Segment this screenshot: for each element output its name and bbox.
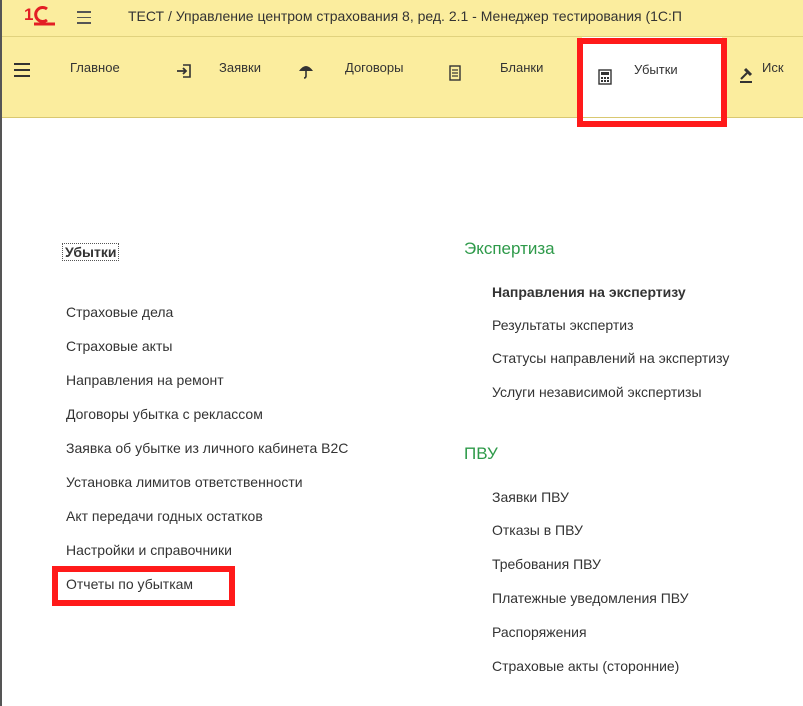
link-independent-expertise-services[interactable]: Услуги независимой экспертизы: [492, 384, 702, 400]
section-contracts[interactable]: Договоры: [290, 37, 450, 117]
section-requests[interactable]: Заявки: [167, 37, 287, 117]
link-expertise-referral-statuses[interactable]: Статусы направлений на экспертизу: [492, 350, 729, 366]
menu-icon[interactable]: [77, 11, 91, 24]
section-forms-label: Бланки: [500, 60, 544, 75]
link-salvage-transfer-act[interactable]: Акт передачи годных остатков: [66, 508, 263, 524]
umbrella-icon: [299, 66, 313, 79]
link-settings-catalogs[interactable]: Настройки и справочники: [66, 542, 232, 558]
main-menu-icon[interactable]: [14, 63, 30, 77]
link-loss-contracts-reclass[interactable]: Договоры убытка с реклассом: [66, 406, 263, 422]
link-third-party-insurance-acts[interactable]: Страховые акты (сторонние): [492, 658, 679, 674]
section-lawsuits[interactable]: Иск: [735, 37, 803, 117]
expertise-heading: Экспертиза: [464, 239, 555, 258]
section-contracts-label: Договоры: [345, 60, 404, 75]
link-expertise-referrals[interactable]: Направления на экспертизу: [492, 284, 686, 300]
link-repair-referrals[interactable]: Направления на ремонт: [66, 372, 224, 388]
link-b2c-loss-request[interactable]: Заявка об убытке из личного кабинета B2C: [66, 440, 348, 456]
link-insurance-cases[interactable]: Страховые дела: [66, 304, 173, 320]
section-losses[interactable]: Убытки: [582, 37, 722, 117]
link-pvu-refusals[interactable]: Отказы в ПВУ: [492, 522, 583, 538]
gavel-icon: [740, 67, 753, 83]
1c-logo-icon[interactable]: 1: [24, 3, 56, 27]
title-bar: 1 ТЕСТ / Управление центром страхования …: [2, 0, 803, 37]
login-arrow-icon: [177, 64, 191, 78]
link-liability-limits[interactable]: Установка лимитов ответственности: [66, 474, 303, 490]
window-title: ТЕСТ / Управление центром страхования 8,…: [128, 8, 682, 24]
section-forms[interactable]: Бланки: [442, 37, 562, 117]
link-pvu-requests[interactable]: Заявки ПВУ: [492, 489, 569, 505]
section-main-label: Главное: [70, 60, 120, 75]
section-requests-label: Заявки: [219, 60, 261, 75]
app-window: 1 ТЕСТ / Управление центром страхования …: [0, 0, 803, 706]
svg-text:1: 1: [24, 5, 33, 24]
section-losses-label: Убытки: [634, 62, 678, 77]
link-pvu-claims[interactable]: Требования ПВУ: [492, 556, 601, 572]
losses-heading: Убытки: [62, 243, 120, 261]
link-pvu-payment-notices[interactable]: Платежные уведомления ПВУ: [492, 590, 689, 606]
section-lawsuits-label: Иск: [762, 60, 784, 75]
link-loss-reports[interactable]: Отчеты по убыткам: [66, 576, 193, 592]
sections-panel: Главное Заявки Договоры Бланки Убытки Ис…: [2, 37, 803, 118]
link-expertise-results[interactable]: Результаты экспертиз: [492, 317, 634, 333]
link-insurance-acts[interactable]: Страховые акты: [66, 338, 172, 354]
document-icon: [449, 65, 461, 81]
pvu-heading: ПВУ: [464, 444, 498, 463]
link-orders[interactable]: Распоряжения: [492, 624, 587, 640]
calculator-icon: [598, 69, 612, 85]
section-main[interactable]: Главное: [52, 37, 152, 117]
